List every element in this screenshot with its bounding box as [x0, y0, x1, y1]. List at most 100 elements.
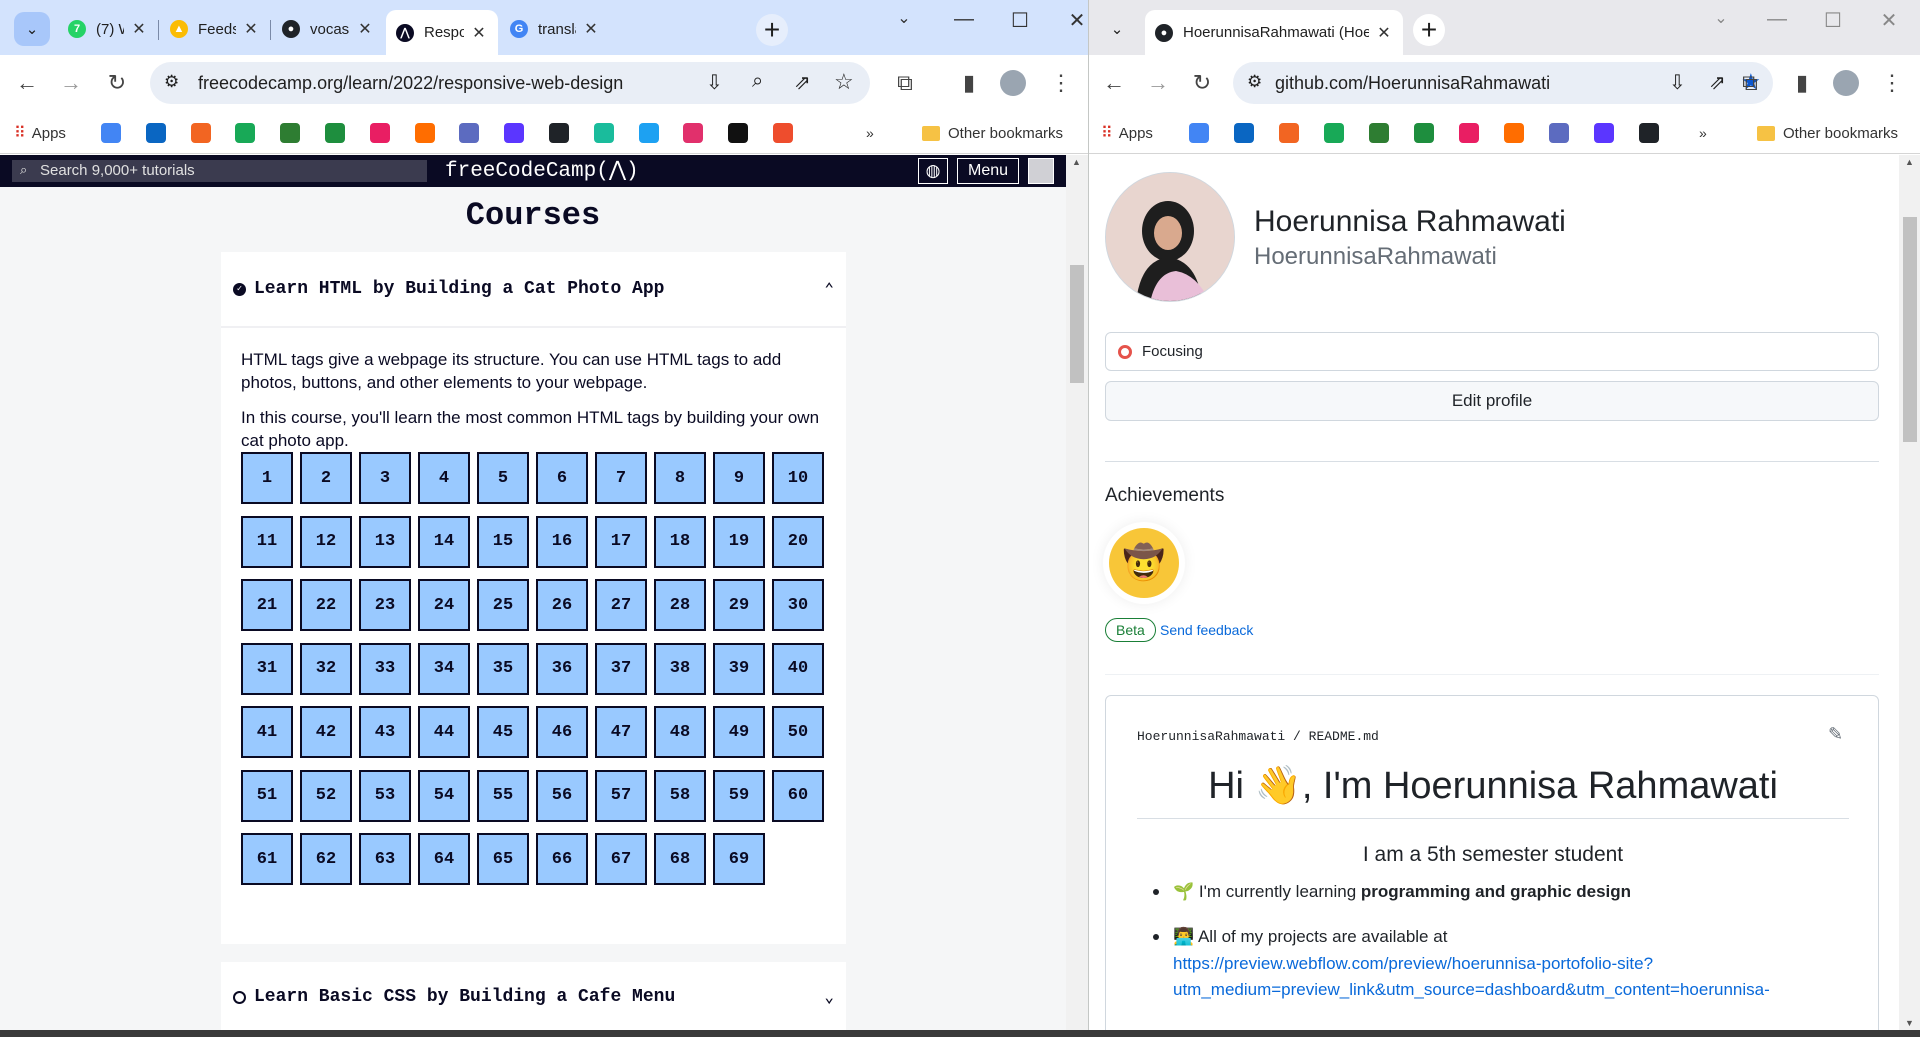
bookmark-favicon-icon[interactable]	[235, 121, 256, 145]
step-button[interactable]: 33	[359, 642, 411, 695]
step-button[interactable]: 7	[595, 452, 647, 504]
step-button[interactable]: 25	[477, 579, 529, 631]
tab-list-chevron-icon[interactable]: ⌄	[884, 8, 924, 28]
step-button[interactable]: 12	[300, 515, 352, 568]
step-button[interactable]: 36	[536, 642, 588, 695]
language-globe-icon[interactable]: ◍	[918, 158, 948, 184]
step-button[interactable]: 61	[241, 833, 293, 885]
pencil-edit-icon[interactable]: ✎	[1828, 724, 1843, 745]
kebab-menu-icon[interactable]: ⋮	[1048, 70, 1074, 96]
search-input[interactable]: ⌕ Search 9,000+ tutorials	[12, 160, 427, 182]
kebab-menu-icon[interactable]: ⋮	[1879, 70, 1905, 96]
bookmarks-overflow-icon[interactable]: »	[866, 121, 874, 145]
bookmark-apps[interactable]: ⠿ Apps	[1101, 121, 1153, 145]
bookmark-favicon-icon[interactable]	[1279, 121, 1299, 145]
step-button[interactable]: 65	[477, 833, 529, 885]
step-button[interactable]: 22	[300, 579, 352, 631]
send-feedback-link[interactable]: Send feedback	[1160, 622, 1253, 638]
step-button[interactable]: 67	[595, 833, 647, 885]
step-button[interactable]: 30	[772, 579, 824, 631]
step-button[interactable]: 2	[300, 452, 352, 504]
scrollbar[interactable]: ▲ ▼	[1899, 155, 1920, 1030]
step-button[interactable]: 31	[241, 642, 293, 695]
scrollbar-thumb[interactable]	[1070, 265, 1084, 383]
scroll-up-arrow-icon[interactable]: ▲	[1072, 157, 1081, 167]
bookmark-favicon-icon[interactable]	[190, 121, 211, 145]
share-icon[interactable]: ⇗	[1709, 70, 1726, 95]
bookmark-favicon-icon[interactable]	[1324, 121, 1344, 145]
step-button[interactable]: 63	[359, 833, 411, 885]
bookmark-star-icon[interactable]: ☆	[834, 69, 854, 95]
step-button[interactable]: 51	[241, 769, 293, 822]
step-button[interactable]: 16	[536, 515, 588, 568]
achievement-yolo-badge[interactable]: 🤠	[1109, 528, 1179, 598]
step-button[interactable]: 56	[536, 769, 588, 822]
step-button[interactable]: 66	[536, 833, 588, 885]
step-button[interactable]: 42	[300, 706, 352, 758]
reload-icon[interactable]: ↻	[1189, 70, 1215, 96]
address-bar[interactable]: ⚙ github.com/HoerunnisaRahmawati ⇩ ⇗ ★	[1233, 62, 1773, 104]
step-button[interactable]: 59	[713, 769, 765, 822]
minimize-button[interactable]: —	[944, 8, 984, 31]
maximize-button[interactable]: ☐	[1813, 8, 1853, 33]
bookmark-favicon-icon[interactable]	[1639, 121, 1659, 145]
portfolio-link[interactable]: https://preview.webflow.com/preview/hoer…	[1173, 950, 1653, 977]
course-header-html[interactable]: ✓ Learn HTML by Building a Cat Photo App…	[221, 252, 846, 328]
step-button[interactable]: 6	[536, 452, 588, 504]
step-button[interactable]: 49	[713, 706, 765, 758]
bookmark-favicon-icon[interactable]	[593, 121, 614, 145]
tab-1[interactable]: 7 (7) What ✕	[58, 10, 158, 48]
share-icon[interactable]: ⇗	[794, 70, 811, 95]
step-button[interactable]: 29	[713, 579, 765, 631]
tab-search-button[interactable]: ⌄	[1099, 12, 1135, 46]
step-button[interactable]: 17	[595, 515, 647, 568]
site-info-icon[interactable]: ⚙	[164, 72, 179, 92]
menu-button[interactable]: Menu	[957, 158, 1019, 184]
course-header-css[interactable]: Learn Basic CSS by Building a Cafe Menu …	[221, 962, 846, 1030]
step-button[interactable]: 4	[418, 452, 470, 504]
forward-arrow-icon[interactable]: →	[58, 70, 84, 96]
step-button[interactable]: 5	[477, 452, 529, 504]
step-button[interactable]: 13	[359, 515, 411, 568]
back-arrow-icon[interactable]: ←	[1101, 70, 1127, 96]
fcc-logo[interactable]: freeCodeCamp(⋀)	[445, 157, 639, 183]
step-button[interactable]: 58	[654, 769, 706, 822]
bookmark-favicon-icon[interactable]	[101, 121, 121, 145]
bookmark-favicon-icon[interactable]	[414, 121, 435, 145]
profile-avatar[interactable]	[1000, 70, 1026, 96]
step-button[interactable]: 53	[359, 769, 411, 822]
tab-github-profile[interactable]: ● HoerunnisaRahmawati (Hoerunn ✕	[1145, 10, 1403, 55]
close-tab-icon[interactable]: ✕	[130, 19, 148, 39]
bookmark-favicon-icon[interactable]	[1594, 121, 1614, 145]
tab-5[interactable]: Gtranslate ✕	[500, 10, 610, 48]
step-button[interactable]: 21	[241, 579, 293, 631]
bookmark-favicon-icon[interactable]	[1369, 121, 1389, 145]
edit-profile-button[interactable]: Edit profile	[1105, 381, 1879, 421]
step-button[interactable]: 64	[418, 833, 470, 885]
address-bar[interactable]: ⚙ freecodecamp.org/learn/2022/responsive…	[150, 62, 870, 104]
bookmark-favicon-icon[interactable]	[773, 121, 793, 145]
minimize-button[interactable]: —	[1757, 8, 1797, 31]
bookmark-favicon-icon[interactable]	[1549, 121, 1569, 145]
bookmark-favicon-icon[interactable]	[325, 121, 345, 145]
tab-search-button[interactable]: ⌄	[14, 12, 50, 46]
extensions-icon[interactable]: ⧉	[1737, 70, 1763, 96]
step-button[interactable]: 68	[654, 833, 706, 885]
new-tab-button[interactable]: +	[756, 14, 788, 46]
step-button[interactable]: 8	[654, 452, 706, 504]
step-button[interactable]: 32	[300, 642, 352, 695]
bookmark-favicon-icon[interactable]	[145, 121, 166, 145]
user-avatar[interactable]	[1028, 158, 1054, 184]
step-button[interactable]: 39	[713, 642, 765, 695]
install-app-icon[interactable]: ⇩	[706, 70, 723, 95]
step-button[interactable]: 43	[359, 706, 411, 758]
step-button[interactable]: 46	[536, 706, 588, 758]
bookmark-favicon-icon[interactable]	[369, 121, 390, 145]
bookmark-favicon-icon[interactable]	[1459, 121, 1479, 145]
step-button[interactable]: 1	[241, 452, 293, 504]
new-tab-button[interactable]: +	[1413, 14, 1445, 46]
step-button[interactable]: 15	[477, 515, 529, 568]
step-button[interactable]: 10	[772, 452, 824, 504]
step-button[interactable]: 55	[477, 769, 529, 822]
step-button[interactable]: 44	[418, 706, 470, 758]
